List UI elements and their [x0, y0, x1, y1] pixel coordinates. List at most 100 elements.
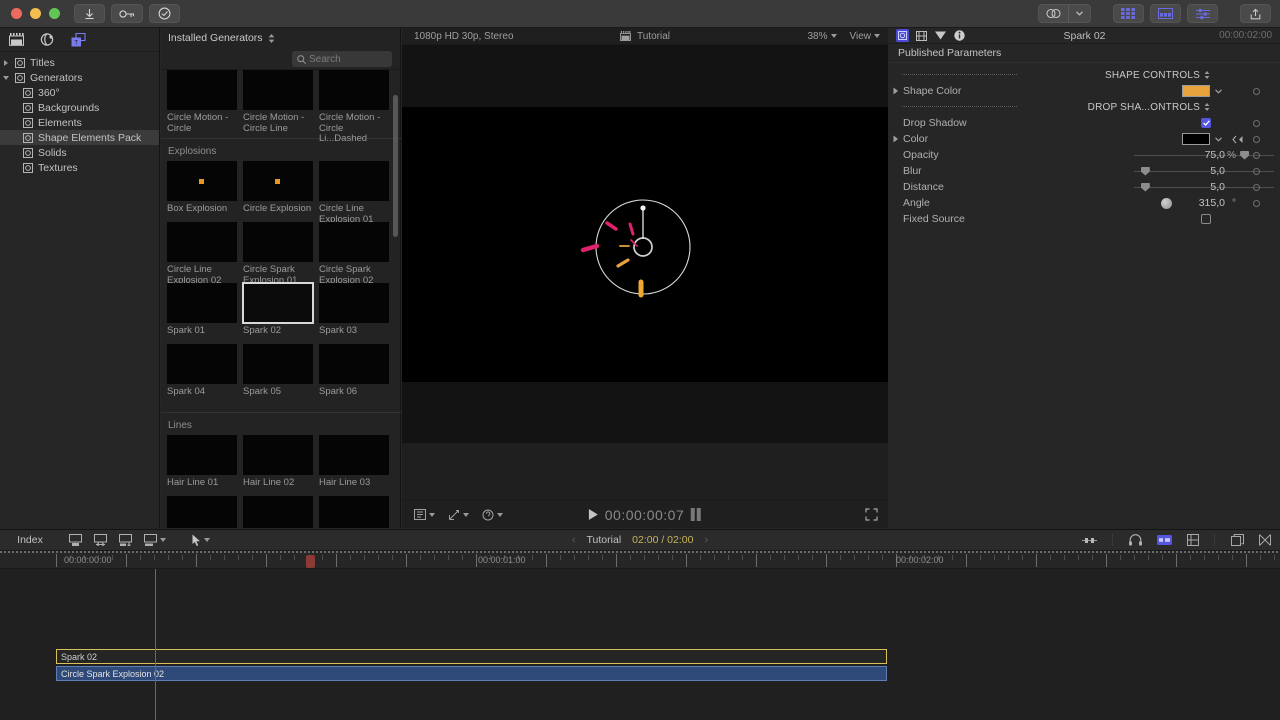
chevron-down-icon[interactable]: [1215, 136, 1222, 142]
headphones-icon[interactable]: [1129, 534, 1142, 546]
keyframe-button[interactable]: [1253, 87, 1260, 95]
parameter-group-stepper[interactable]: [1204, 71, 1210, 79]
tab-generator[interactable]: [896, 29, 909, 42]
browser-item-thumbnail[interactable]: [319, 161, 389, 201]
browser-item-thumbnail[interactable]: [167, 161, 237, 201]
overwrite-icon[interactable]: [119, 534, 132, 546]
timeline-playhead[interactable]: [155, 555, 315, 720]
play-icon[interactable]: [588, 509, 598, 520]
browser-item-thumbnail[interactable]: [319, 70, 389, 110]
timeline-clip-primary[interactable]: Spark 02: [56, 649, 887, 664]
browser-item-thumbnail[interactable]: [319, 222, 389, 262]
browser-item[interactable]: Spark 04: [167, 344, 237, 405]
connect-icon[interactable]: [144, 534, 166, 546]
parameter-value[interactable]: 315,0: [1199, 197, 1225, 209]
disclosure-triangle[interactable]: [889, 87, 902, 95]
library-icon[interactable]: [9, 33, 24, 46]
browser-item-thumbnail[interactable]: [243, 222, 313, 262]
import-media-button[interactable]: [74, 4, 105, 23]
browser-item-thumbnail[interactable]: [319, 496, 389, 528]
color-swatch[interactable]: [1182, 133, 1210, 145]
clip-appearance-icon[interactable]: [1157, 535, 1172, 545]
browser-item-thumbnail[interactable]: [167, 496, 237, 528]
sidebar-item-titles[interactable]: Titles: [0, 55, 159, 70]
effects-dropdown[interactable]: [1068, 5, 1090, 22]
browser-item[interactable]: Spark 05: [243, 344, 313, 405]
inspector-toggle-button[interactable]: [1187, 4, 1218, 23]
fullscreen-icon[interactable]: [1259, 534, 1271, 546]
keyframe-nav-icon[interactable]: [1232, 135, 1244, 144]
index-icon[interactable]: [1187, 534, 1199, 546]
slider-knob[interactable]: [1240, 151, 1249, 160]
sidebar-item-solids[interactable]: Solids: [0, 145, 159, 160]
browser-item[interactable]: Circle Line Explosion 02: [167, 222, 237, 285]
disclosure-triangle[interactable]: [0, 75, 12, 80]
insert-icon[interactable]: [94, 534, 107, 546]
sidebar-item-elements[interactable]: Elements: [0, 115, 159, 130]
browser-item[interactable]: Hair Line 02: [243, 435, 313, 496]
browser-item-thumbnail[interactable]: [319, 283, 389, 323]
browser-item-thumbnail[interactable]: [243, 70, 313, 110]
generators-icon[interactable]: T: [71, 32, 86, 47]
sidebar-item-360[interactable]: 360°: [0, 85, 159, 100]
keyframe-button[interactable]: [1253, 183, 1260, 191]
tab-video[interactable]: [915, 29, 928, 42]
color-grid-button[interactable]: [1113, 4, 1144, 23]
close-button[interactable]: [11, 8, 22, 19]
timeline-index-button[interactable]: Index: [0, 534, 60, 546]
tab-info[interactable]: [953, 29, 966, 42]
browser-item[interactable]: Hair Line 01: [167, 435, 237, 496]
timeline-canvas[interactable]: Spark 02 Circle Spark Explosion 02: [0, 555, 1280, 720]
viewer-transform-menu[interactable]: [448, 509, 469, 521]
browser-scrollbar[interactable]: [393, 95, 398, 237]
keywords-button[interactable]: [111, 4, 143, 23]
media-browser-button[interactable]: [1150, 4, 1181, 23]
browser-item-thumbnail[interactable]: [242, 282, 314, 324]
viewer-view-menu[interactable]: View: [850, 31, 880, 42]
parameter-value[interactable]: 5,0: [1210, 181, 1225, 193]
parameter-group-stepper[interactable]: [1204, 103, 1210, 111]
browser-item-thumbnail[interactable]: [319, 435, 389, 475]
browser-item-thumbnail[interactable]: [243, 161, 313, 201]
window-icon[interactable]: [1231, 534, 1244, 546]
checkbox[interactable]: [1201, 118, 1211, 128]
parameter-value[interactable]: 5,0: [1210, 165, 1225, 177]
browser-item[interactable]: Circle Spark Explosion 02: [319, 222, 389, 285]
keyframe-button[interactable]: [1253, 167, 1260, 175]
keyframe-button[interactable]: [1253, 119, 1260, 127]
tab-color[interactable]: [934, 29, 947, 42]
browser-item-thumbnail[interactable]: [243, 435, 313, 475]
share-button[interactable]: [1240, 4, 1271, 23]
browser-item[interactable]: Circle Spark Explosion 01: [243, 222, 313, 285]
browser-item[interactable]: Circle Motion - Circle Li...Dashed: [319, 70, 389, 144]
color-swatch[interactable]: [1182, 85, 1210, 97]
parameter-value[interactable]: 75,0: [1205, 149, 1225, 161]
browser-item[interactable]: Radial - Speed Lines 01: [319, 496, 389, 528]
browser-item-thumbnail[interactable]: [319, 344, 389, 384]
browser-sort-stepper[interactable]: [268, 33, 275, 43]
background-tasks-button[interactable]: [149, 4, 180, 23]
browser-item-thumbnail[interactable]: [167, 283, 237, 323]
browser-item-thumbnail[interactable]: [167, 344, 237, 384]
disclosure-triangle[interactable]: [889, 135, 902, 143]
chevron-down-icon[interactable]: [1215, 88, 1222, 94]
browser-grid[interactable]: Circle Motion - Circle Circle Motion - Ci…: [161, 70, 401, 528]
timeline-clip-connected[interactable]: Circle Spark Explosion 02: [56, 666, 887, 681]
keyframe-button[interactable]: [1253, 151, 1260, 159]
slider-knob[interactable]: [1141, 183, 1150, 192]
browser-item-thumbnail[interactable]: [243, 496, 313, 528]
browser-item[interactable]: Spark 02: [242, 282, 314, 344]
sidebar-item-shape-elements-pack[interactable]: Shape Elements Pack: [0, 130, 159, 145]
disclosure-triangle[interactable]: [0, 59, 12, 66]
browser-item[interactable]: Hair Line 04: [167, 496, 237, 528]
slider-knob[interactable]: [1141, 167, 1150, 176]
browser-item-thumbnail[interactable]: [167, 222, 237, 262]
browser-item[interactable]: Circle Motion - Circle: [167, 70, 237, 133]
maximize-button[interactable]: [49, 8, 60, 19]
timeline-ruler[interactable]: 00:00:00:00 00:00:01:00 00:00:02:00: [0, 551, 1280, 569]
keyframe-button[interactable]: [1253, 135, 1260, 143]
viewer-zoom-menu[interactable]: 38%: [807, 31, 837, 42]
playhead-handle[interactable]: [306, 555, 315, 568]
checkbox[interactable]: [1201, 214, 1211, 224]
browser-item[interactable]: Box Explosion: [167, 161, 237, 222]
